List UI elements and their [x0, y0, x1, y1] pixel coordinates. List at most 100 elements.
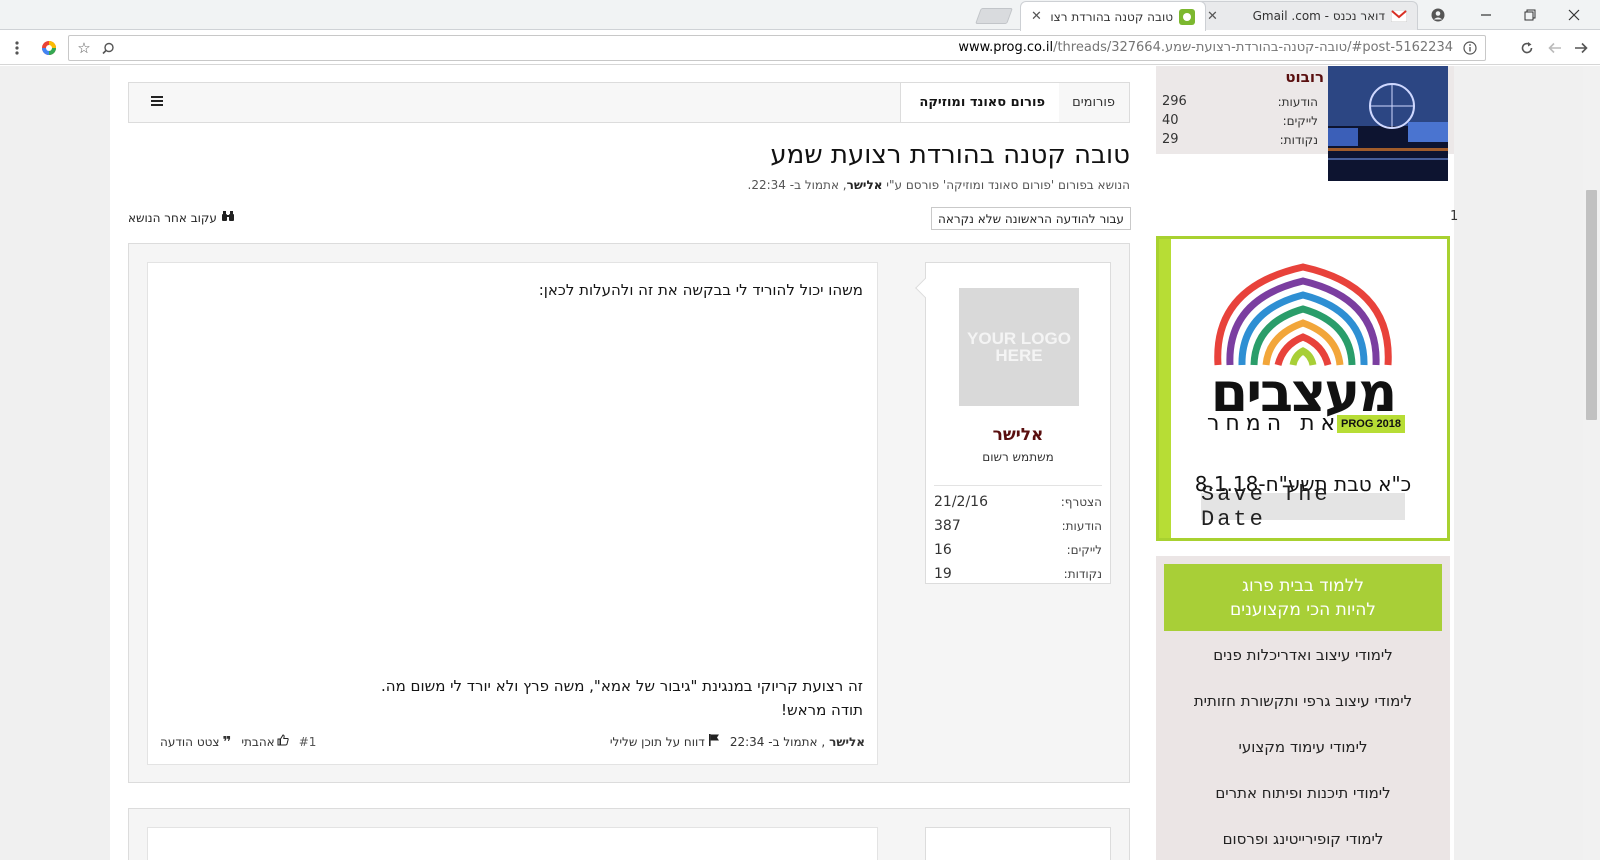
- browser-tab-bar: דואר נכנס - Gmail .com ✕ טובה קטנה בהורד…: [0, 0, 1600, 31]
- breadcrumb-forums[interactable]: פורומים: [1072, 83, 1115, 122]
- report-link[interactable]: דווח על תוכן שלילי: [610, 735, 705, 749]
- footer-time[interactable]: , אתמול ב- 22:34: [730, 735, 825, 749]
- footer-meta: אלישר , אתמול ב- 22:34 דווח על תוכן שלילי: [610, 734, 865, 749]
- desc-prefix: הנושא בפורום 'פורום סאונד ומוזיקה' פורסם…: [882, 178, 1130, 192]
- reload-icon[interactable]: [1516, 37, 1538, 59]
- stat-value: 21/2/16: [934, 494, 988, 510]
- restore-icon[interactable]: [1518, 4, 1542, 26]
- robot-username[interactable]: רובוט: [1285, 68, 1324, 86]
- close-icon[interactable]: ✕: [1207, 9, 1218, 24]
- course-link[interactable]: לימודי קופירייטינג ופרסום: [1156, 830, 1450, 848]
- quote-button[interactable]: ❞ צטט הודעה: [160, 732, 232, 751]
- close-icon[interactable]: ✕: [1031, 9, 1042, 24]
- course-link[interactable]: לימודי עיצוב גרפי ותקשורת חזותית: [1156, 692, 1450, 710]
- sidebar-counter: 1: [1450, 209, 1459, 224]
- first-unread-button[interactable]: עבור להודעה הראשונה שלא נקראה: [931, 207, 1131, 230]
- ad-banner[interactable]: מעצבים PROG 2018 את המחר כ"א טבת תשע"ח-8…: [1156, 236, 1450, 541]
- new-tab-button[interactable]: [975, 8, 1013, 24]
- user-info-box: YOUR LOGO HERE אלישר משתמש רשום הצטרף: 21…: [915, 262, 1111, 584]
- robot-user-card: רובוט 296 הודעות: 40 לייקים: 29 נקודות:: [1156, 66, 1454, 181]
- stat-row: הודעות: 387: [934, 514, 1102, 538]
- profile-icon[interactable]: [1426, 4, 1450, 26]
- message-line-2: זה רצועת קריוקי במנגינת "גיבור של אמא", …: [381, 677, 863, 695]
- thread-description: הנושא בפורום 'פורום סאונד ומוזיקה' פורסם…: [748, 178, 1131, 192]
- close-window-icon[interactable]: [1562, 4, 1586, 26]
- desc-suffix: , אתמול ב- 22:34.: [747, 178, 847, 192]
- like-label: אהבתי: [241, 734, 275, 749]
- ad-badge: PROG 2018: [1337, 415, 1405, 433]
- menu-dots-icon[interactable]: [6, 37, 28, 59]
- robot-stat-label: הודעות:: [1277, 94, 1318, 109]
- forward-arrow-icon[interactable]: [1544, 37, 1566, 59]
- course-link[interactable]: לימודי תיכנות ופיתוח אתרים: [1156, 784, 1450, 802]
- flag-icon: [708, 734, 720, 749]
- user-title: משתמש רשום: [982, 450, 1054, 464]
- desc-author-link[interactable]: אלישר: [847, 178, 883, 192]
- breadcrumb: פורומים פורום סאונד ומוזיקה: [128, 82, 1130, 123]
- courses-header-line1: ללמוד בבית פרוג: [1241, 576, 1365, 596]
- breadcrumb-sound-music[interactable]: פורום סאונד ומוזיקה: [900, 83, 1059, 122]
- courses-header[interactable]: ללמוד בבית פרוג להיות הכי מקצוענים: [1164, 564, 1442, 631]
- extension-icon[interactable]: [38, 37, 60, 59]
- prog-favicon-icon: [1179, 8, 1195, 25]
- stat-label: הצטרף:: [1060, 495, 1102, 509]
- post-container: YOUR LOGO HERE אלישר משתמש רשום הצטרף: 21…: [128, 243, 1130, 783]
- thread-title: טובה קטנה בהורדת רצועת שמע: [770, 140, 1130, 170]
- bookmark-star-icon[interactable]: ☆: [73, 37, 95, 59]
- back-arrow-icon[interactable]: [1570, 37, 1592, 59]
- quote-label: צטט הודעה: [160, 734, 220, 749]
- robot-stat-row: 40 לייקים:: [1162, 111, 1318, 130]
- site-info-icon[interactable]: [1459, 37, 1481, 59]
- user-info-box-next: [925, 827, 1111, 860]
- stat-label: נקודות:: [1063, 567, 1102, 581]
- robot-stat-row: 29 נקודות:: [1162, 130, 1318, 149]
- robot-stat-row: 296 הודעות:: [1162, 92, 1318, 111]
- ad-save-the-date: Save The Date: [1201, 482, 1405, 532]
- stat-label: הודעות:: [1061, 519, 1102, 533]
- stat-value[interactable]: 387: [934, 518, 961, 534]
- like-button[interactable]: אהבתי: [241, 734, 289, 749]
- stat-value: 16: [934, 542, 952, 558]
- stat-value[interactable]: 19: [934, 566, 952, 582]
- page-viewport: פורומים פורום סאונד ומוזיקה טובה קטנה בה…: [0, 66, 1600, 860]
- zoom-icon[interactable]: [97, 37, 119, 59]
- ad-subtitle: את המחר: [1207, 411, 1342, 436]
- address-bar[interactable]: ☆ www.prog.co.il/threads/327664.טובה-קטנ…: [68, 35, 1486, 61]
- minimize-icon[interactable]: [1474, 4, 1498, 26]
- browser-tab-active[interactable]: טובה קטנה בהורדת רצועה ✕: [1020, 1, 1206, 31]
- url-path: /threads/327664.טובה-קטנה-בהורדת-רצועת-ש…: [1053, 40, 1453, 55]
- thumbs-up-icon: [277, 734, 289, 749]
- fingerprint-logo-icon: [1214, 263, 1392, 366]
- stat-row: לייקים: 16: [934, 538, 1102, 562]
- message-box: משהו יכול להוריד לי בבקשה את זה ולהעלות …: [147, 262, 878, 765]
- course-link[interactable]: לימודי עיצוב ואדריכלות פנים: [1156, 646, 1450, 664]
- url-text: www.prog.co.il/threads/327664.טובה-קטנה-…: [958, 40, 1453, 55]
- author-name[interactable]: אלישר: [926, 425, 1110, 445]
- url-host: www.prog.co.il: [958, 40, 1054, 55]
- robot-stat-label: נקודות:: [1279, 132, 1318, 147]
- quote-icon: ❞: [222, 732, 232, 751]
- gmail-icon: [1391, 8, 1407, 24]
- page-scrollbar[interactable]: [1583, 66, 1600, 860]
- message-footer: אלישר , אתמול ב- 22:34 דווח על תוכן שלילי…: [160, 734, 865, 754]
- follow-thread-link[interactable]: עקוב אחר הנושא: [128, 210, 235, 225]
- avatar[interactable]: YOUR LOGO HERE: [959, 288, 1079, 406]
- robot-avatar-image[interactable]: [1328, 66, 1448, 181]
- scrollbar-thumb[interactable]: [1586, 190, 1597, 420]
- post-number[interactable]: #1: [299, 735, 317, 749]
- userbox-pointer: [915, 278, 935, 298]
- post-container-next: [128, 808, 1130, 860]
- stat-row: הצטרף: 21/2/16: [934, 490, 1102, 514]
- message-line-3: תודה מראש!: [780, 701, 863, 719]
- stat-label: לייקים:: [1066, 543, 1102, 557]
- course-link[interactable]: לימודי עימוד מקצועי: [1156, 738, 1450, 756]
- robot-stat-value: 40: [1162, 113, 1179, 128]
- courses-widget: ללמוד בבית פרוג להיות הכי מקצוענים לימוד…: [1156, 556, 1450, 860]
- browser-tab-gmail[interactable]: דואר נכנס - Gmail .com ✕: [1196, 1, 1418, 30]
- binoculars-icon: [221, 210, 235, 225]
- tab-title: דואר נכנס - Gmail .com: [1252, 9, 1385, 23]
- footer-author-link[interactable]: אלישר: [829, 735, 865, 749]
- message-box-next: [147, 827, 878, 860]
- footer-actions: #1 אהבתי ❞ צטט הודעה: [160, 734, 316, 749]
- hamburger-menu-icon[interactable]: [147, 94, 163, 110]
